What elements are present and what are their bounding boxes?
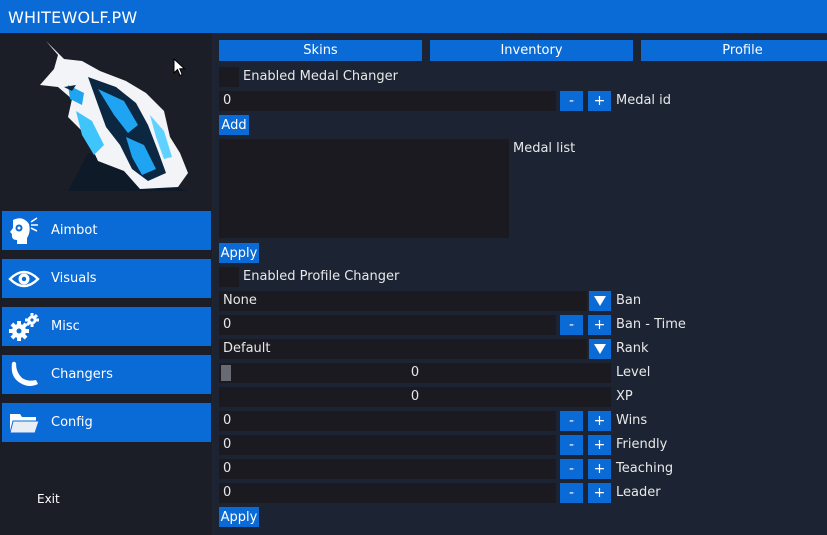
medal-changer-label: Enabled Medal Changer bbox=[243, 69, 398, 84]
xp-value: 0 bbox=[410, 389, 420, 404]
tab-skins[interactable]: Skins bbox=[219, 40, 422, 61]
leader-increment-button[interactable]: + bbox=[588, 483, 611, 503]
ban-dropdown-button[interactable] bbox=[589, 291, 611, 311]
sidebar: Aimbot Visuals Misc Changers Config Exit bbox=[0, 33, 213, 535]
teaching-input[interactable]: 0 bbox=[219, 459, 556, 479]
aimbot-head-icon bbox=[2, 211, 46, 250]
app-title: WHITEWOLF.PW bbox=[8, 8, 138, 27]
leader-input[interactable]: 0 bbox=[219, 483, 556, 503]
ban-time-input[interactable]: 0 bbox=[219, 315, 556, 335]
teaching-label: Teaching bbox=[616, 461, 674, 476]
sidebar-item-label: Visuals bbox=[51, 271, 97, 286]
sidebar-item-config[interactable]: Config bbox=[2, 403, 211, 442]
wins-label: Wins bbox=[616, 413, 648, 428]
ban-label: Ban bbox=[616, 293, 642, 308]
leader-label: Leader bbox=[616, 485, 661, 500]
rank-select[interactable]: Default bbox=[219, 339, 587, 359]
eye-icon bbox=[2, 259, 46, 298]
gears-icon bbox=[2, 307, 46, 346]
medal-apply-button[interactable]: Apply bbox=[219, 243, 259, 263]
mouse-cursor-icon bbox=[173, 58, 186, 77]
knife-icon bbox=[2, 355, 46, 394]
main-panel: Skins Inventory Profile Enabled Medal Ch… bbox=[213, 33, 827, 535]
sidebar-item-label: Aimbot bbox=[51, 223, 98, 238]
friendly-increment-button[interactable]: + bbox=[588, 435, 611, 455]
teaching-increment-button[interactable]: + bbox=[588, 459, 611, 479]
friendly-decrement-button[interactable]: - bbox=[560, 435, 583, 455]
friendly-input[interactable]: 0 bbox=[219, 435, 556, 455]
sidebar-item-label: Config bbox=[51, 415, 93, 430]
sidebar-item-misc[interactable]: Misc bbox=[2, 307, 211, 346]
ban-select[interactable]: None bbox=[219, 291, 587, 311]
level-slider[interactable]: 0 bbox=[219, 363, 611, 383]
tab-profile[interactable]: Profile bbox=[641, 40, 827, 61]
profile-changer-checkbox[interactable] bbox=[219, 267, 239, 287]
level-label: Level bbox=[616, 365, 651, 380]
rank-label: Rank bbox=[616, 341, 649, 356]
ban-time-label: Ban - Time bbox=[616, 317, 686, 332]
profile-changer-label: Enabled Profile Changer bbox=[243, 269, 400, 284]
chevron-down-icon bbox=[594, 296, 606, 306]
tab-inventory[interactable]: Inventory bbox=[430, 40, 633, 61]
profile-apply-button[interactable]: Apply bbox=[219, 507, 259, 527]
level-value: 0 bbox=[410, 365, 420, 380]
medal-changer-checkbox[interactable] bbox=[219, 67, 239, 87]
sidebar-item-changers[interactable]: Changers bbox=[2, 355, 211, 394]
level-slider-handle[interactable] bbox=[221, 365, 231, 381]
medal-list[interactable] bbox=[219, 139, 509, 238]
exit-button[interactable]: Exit bbox=[37, 492, 60, 506]
leader-decrement-button[interactable]: - bbox=[560, 483, 583, 503]
chevron-down-icon bbox=[594, 344, 606, 354]
sidebar-item-label: Misc bbox=[51, 319, 80, 334]
xp-label: XP bbox=[616, 389, 633, 404]
wins-input[interactable]: 0 bbox=[219, 411, 556, 431]
folder-icon bbox=[2, 403, 46, 442]
medal-id-input[interactable]: 0 bbox=[219, 91, 556, 111]
medal-id-increment-button[interactable]: + bbox=[588, 91, 611, 111]
ban-time-decrement-button[interactable]: - bbox=[560, 315, 583, 335]
friendly-label: Friendly bbox=[616, 437, 668, 452]
ban-time-increment-button[interactable]: + bbox=[588, 315, 611, 335]
sidebar-item-aimbot[interactable]: Aimbot bbox=[2, 211, 211, 250]
rank-dropdown-button[interactable] bbox=[589, 339, 611, 359]
sidebar-item-label: Changers bbox=[51, 367, 113, 382]
wins-decrement-button[interactable]: - bbox=[560, 411, 583, 431]
teaching-decrement-button[interactable]: - bbox=[560, 459, 583, 479]
title-bar: WHITEWOLF.PW bbox=[0, 0, 827, 33]
sidebar-item-visuals[interactable]: Visuals bbox=[2, 259, 211, 298]
add-medal-button[interactable]: Add bbox=[219, 115, 249, 135]
wins-increment-button[interactable]: + bbox=[588, 411, 611, 431]
xp-slider[interactable]: 0 bbox=[219, 387, 611, 407]
medal-id-decrement-button[interactable]: - bbox=[560, 91, 583, 111]
medal-id-label: Medal id bbox=[616, 93, 672, 108]
medal-list-label: Medal list bbox=[513, 141, 576, 156]
